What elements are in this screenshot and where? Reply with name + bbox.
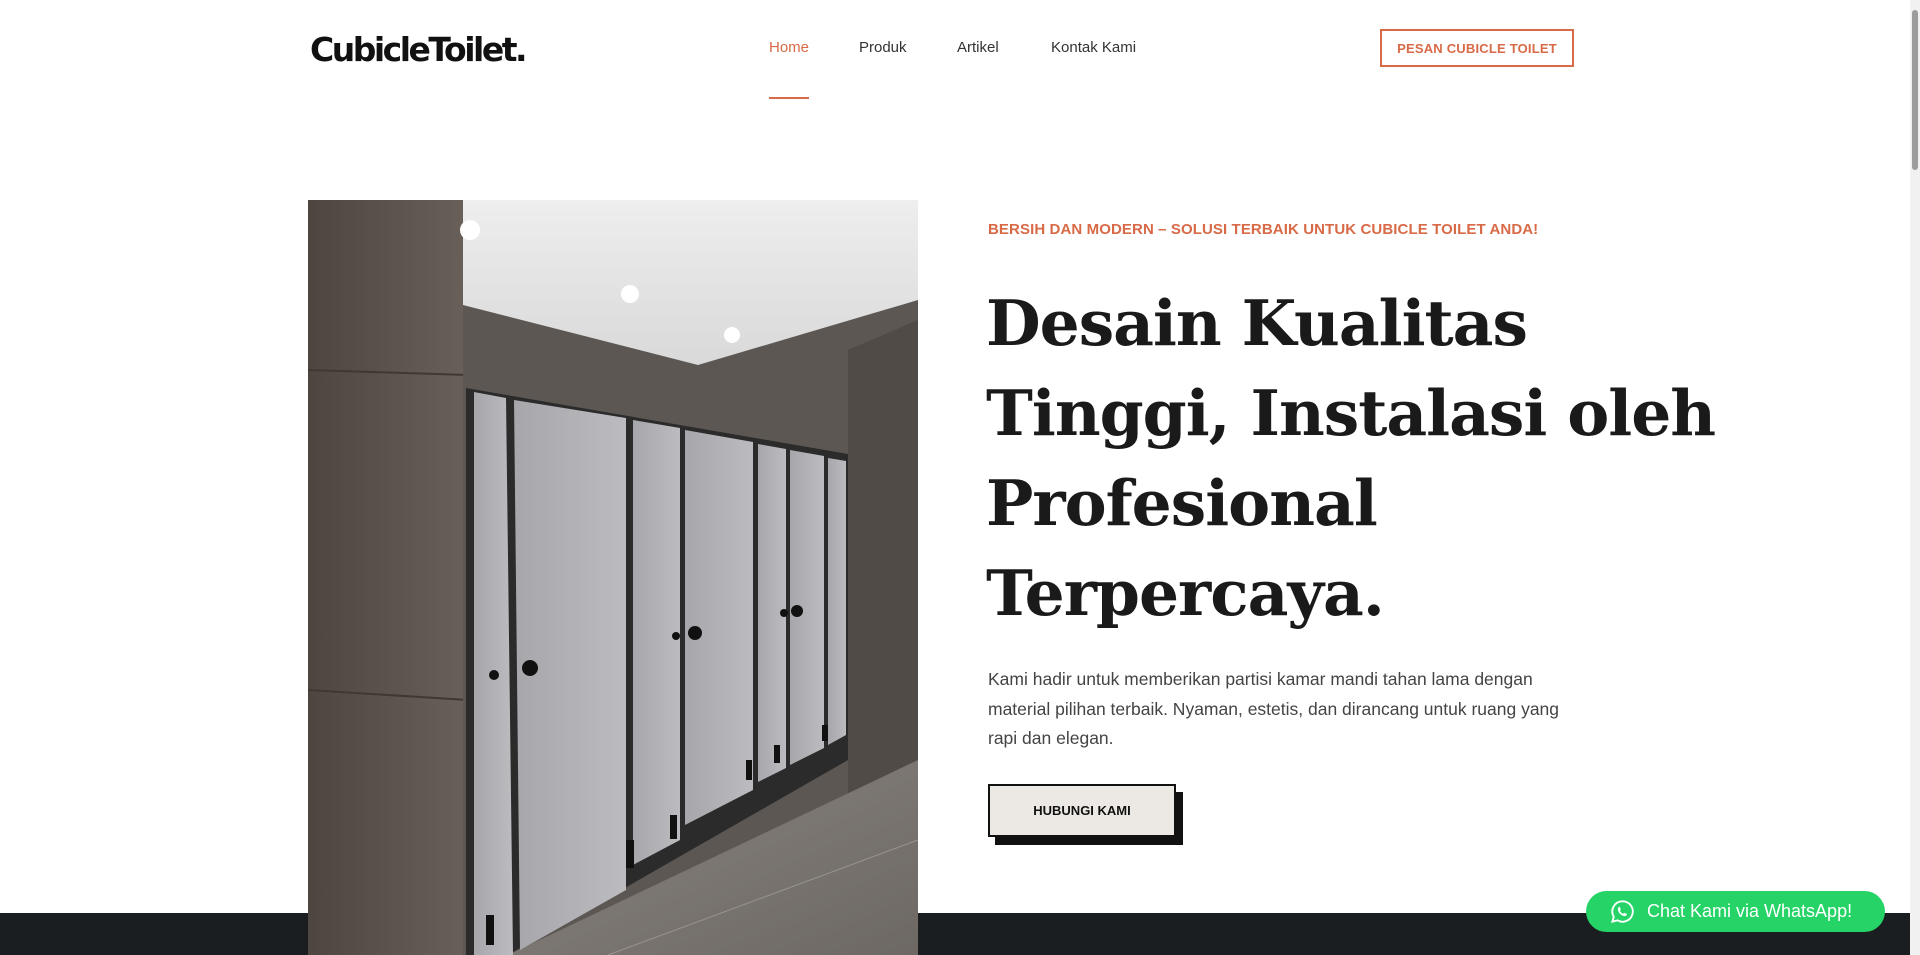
contact-us-button[interactable]: HUBUNGI KAMI (988, 784, 1176, 837)
hero-headline: Desain Kualitas Tinggi, Instalasi oleh P… (986, 278, 1716, 638)
nav-item-produk[interactable]: Produk (859, 39, 907, 56)
site-logo[interactable]: CubicleToilet. (310, 30, 528, 69)
nav-active-indicator (769, 97, 809, 99)
nav-item-kontak-kami[interactable]: Kontak Kami (1051, 39, 1136, 56)
hero-description: Kami hadir untuk memberikan partisi kama… (988, 669, 1560, 748)
hero-headline-line: Terpercaya. (986, 556, 1385, 630)
hero-headline-line: Tinggi, Instalasi oleh (986, 376, 1716, 450)
hero-eyebrow: BERSIH DAN MODERN – SOLUSI TERBAIK UNTUK… (988, 221, 1539, 238)
whatsapp-chat-label: Chat Kami via WhatsApp! (1647, 901, 1853, 921)
page-scrollbar[interactable] (1910, 0, 1920, 955)
nav-item-artikel[interactable]: Artikel (957, 39, 999, 56)
whatsapp-chat-button[interactable]: Chat Kami via WhatsApp! (1586, 891, 1885, 932)
hero-headline-line: Desain Kualitas (986, 286, 1528, 360)
nav-item-home[interactable]: Home (769, 39, 809, 56)
hero-image-toilet-cubicles (308, 200, 918, 955)
whatsapp-icon (1611, 900, 1634, 924)
order-cubicle-button[interactable]: PESAN CUBICLE TOILET (1380, 29, 1574, 67)
hero-headline-line: Profesional (986, 466, 1378, 540)
scrollbar-thumb[interactable] (1912, 10, 1918, 170)
